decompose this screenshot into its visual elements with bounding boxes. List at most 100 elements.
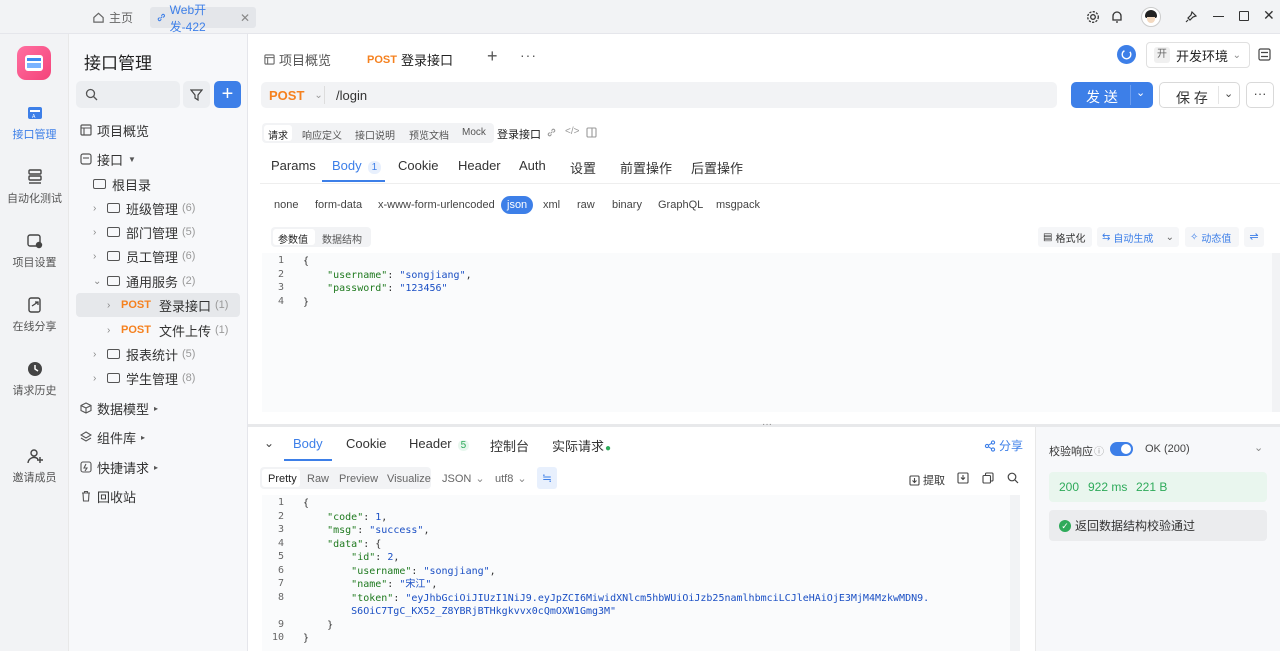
body-type-graphql[interactable]: GraphQL bbox=[658, 196, 703, 214]
view-pretty[interactable]: Pretty bbox=[268, 470, 297, 488]
sidebar-item-trash[interactable]: 回收站 bbox=[80, 485, 136, 507]
pin-icon[interactable] bbox=[1184, 10, 1198, 24]
add-button[interactable]: + bbox=[214, 81, 241, 108]
close-icon[interactable]: ✕ bbox=[240, 11, 250, 25]
rail-online-share[interactable]: 在线分享 bbox=[0, 296, 69, 334]
tab-auth[interactable]: Auth bbox=[519, 158, 546, 173]
resp-tab-actual[interactable]: 实际请求● bbox=[552, 436, 611, 455]
tab-cookie[interactable]: Cookie bbox=[398, 158, 438, 173]
sidebar-item-report[interactable]: › 报表统计 (5) bbox=[93, 343, 195, 365]
tab-post-ops[interactable]: 后置操作 bbox=[691, 158, 743, 177]
env-select[interactable]: 开 开发环境 ⌄ bbox=[1146, 42, 1250, 68]
resp-tab-console[interactable]: 控制台 bbox=[490, 436, 529, 455]
mode-tab-request[interactable]: 请求 bbox=[268, 127, 288, 142]
auto-generate-button[interactable]: ⇆ 自动生成 ⌄ bbox=[1097, 227, 1179, 247]
code-icon[interactable]: </> bbox=[565, 126, 579, 137]
minimize-icon[interactable] bbox=[1213, 16, 1224, 18]
body-type-binary[interactable]: binary bbox=[612, 196, 642, 214]
rail-project-settings[interactable]: 项目设置 bbox=[0, 232, 69, 270]
bell-icon[interactable] bbox=[1110, 10, 1124, 24]
tab-params[interactable]: Params bbox=[271, 158, 316, 173]
rail-request-history[interactable]: 请求历史 bbox=[0, 360, 69, 398]
body-type-form-data[interactable]: form-data bbox=[315, 196, 362, 214]
sidebar-item-login[interactable]: › POST 登录接口 (1) bbox=[107, 294, 228, 316]
tab-body[interactable]: Body 1 bbox=[332, 158, 382, 174]
wrap-lines-icon[interactable]: ≒ bbox=[537, 467, 557, 489]
link-icon[interactable] bbox=[546, 127, 557, 138]
chevron-down-icon[interactable]: ⌄ bbox=[1254, 441, 1263, 454]
resp-tab-body[interactable]: Body bbox=[293, 436, 323, 451]
settings-icon[interactable] bbox=[1086, 10, 1100, 24]
sidebar-item-student[interactable]: › 学生管理 (8) bbox=[93, 367, 195, 389]
resp-tab-cookie[interactable]: Cookie bbox=[346, 436, 386, 451]
search-input[interactable] bbox=[76, 81, 180, 108]
tab-overview[interactable]: 项目概览 bbox=[264, 50, 331, 69]
copy-icon[interactable] bbox=[982, 472, 994, 484]
scrollbar[interactable] bbox=[1010, 495, 1020, 651]
dynamic-value-button[interactable]: ✧ 动态值 bbox=[1185, 227, 1239, 247]
sidebar-item-api[interactable]: 接口 ▼ bbox=[80, 148, 136, 170]
panel-icon[interactable] bbox=[586, 127, 597, 138]
view-preview[interactable]: Preview bbox=[339, 470, 378, 488]
body-type-none[interactable]: none bbox=[274, 196, 298, 214]
sidebar-item-quick[interactable]: 快捷请求 ▸ bbox=[80, 456, 158, 478]
api-name[interactable]: 登录接口 bbox=[497, 126, 541, 142]
rail-invite-members[interactable]: 邀请成员 bbox=[0, 447, 69, 485]
sidebar-item-common[interactable]: ⌄ 通用服务 (2) bbox=[93, 270, 195, 292]
format-button[interactable]: ▤ 格式化 bbox=[1038, 227, 1092, 247]
editor-tab-values[interactable]: 参数值 bbox=[278, 231, 308, 246]
mode-tab-mock[interactable]: Mock bbox=[462, 127, 486, 138]
maximize-icon[interactable] bbox=[1239, 11, 1249, 21]
help-icon[interactable]: ⓘ bbox=[1094, 443, 1104, 458]
method-select[interactable]: POST ⌄ bbox=[269, 88, 323, 103]
more-tabs-button[interactable]: ··· bbox=[520, 47, 537, 63]
url-input[interactable]: /login bbox=[336, 88, 367, 103]
save-button[interactable]: 保 存 bbox=[1176, 88, 1208, 108]
body-type-urlencoded[interactable]: x-www-form-urlencoded bbox=[378, 196, 495, 214]
body-type-xml[interactable]: xml bbox=[543, 196, 560, 214]
sidebar-item-emp[interactable]: › 员工管理 (6) bbox=[93, 245, 195, 267]
scrollbar[interactable] bbox=[1272, 253, 1280, 412]
body-type-raw[interactable]: raw bbox=[577, 196, 595, 214]
tab-login[interactable]: POST 登录接口 bbox=[367, 50, 453, 69]
send-button[interactable]: 发 送 bbox=[1086, 87, 1118, 107]
response-body-viewer[interactable]: 1 2 3 4 5 6 7 8 9 10 { "code": 1, "msg":… bbox=[262, 495, 1010, 651]
filter-button[interactable] bbox=[183, 81, 210, 108]
sidebar-item-root[interactable]: 根目录 bbox=[93, 173, 151, 195]
close-window-icon[interactable]: ✕ bbox=[1263, 7, 1275, 24]
save-dropdown-icon[interactable]: ⌄ bbox=[1224, 87, 1233, 100]
more-actions-button[interactable]: ··· bbox=[1246, 82, 1274, 108]
editor-tab-schema[interactable]: 数据结构 bbox=[322, 231, 362, 246]
sidebar-item-class[interactable]: › 班级管理 (6) bbox=[93, 197, 195, 219]
wrap-icon[interactable]: ⇌ bbox=[1244, 227, 1264, 247]
share-button[interactable]: 分享 bbox=[984, 437, 1023, 454]
view-raw[interactable]: Raw bbox=[307, 470, 329, 488]
encoding-select[interactable]: utf8 ⌄ bbox=[495, 470, 527, 488]
rail-automation[interactable]: 自动化测试 bbox=[0, 168, 69, 206]
tab-header[interactable]: Header bbox=[458, 158, 501, 173]
validation-select[interactable]: OK (200) bbox=[1145, 443, 1190, 455]
sidebar-item-components[interactable]: 组件库 ▸ bbox=[80, 426, 145, 448]
body-type-msgpack[interactable]: msgpack bbox=[716, 196, 760, 214]
add-tab-button[interactable]: + bbox=[487, 46, 498, 67]
rail-api-management[interactable]: A 接口管理 bbox=[0, 104, 69, 142]
collapse-icon[interactable]: ⌄ bbox=[264, 436, 274, 450]
body-type-json[interactable]: json bbox=[501, 196, 534, 214]
sidebar-item-dept[interactable]: › 部门管理 (5) bbox=[93, 221, 195, 243]
extract-button[interactable]: 提取 bbox=[909, 472, 945, 488]
search-icon[interactable] bbox=[1007, 472, 1019, 484]
tab-pre-ops[interactable]: 前置操作 bbox=[620, 158, 672, 177]
sidebar-item-models[interactable]: 数据模型 ▸ bbox=[80, 397, 158, 419]
tab-settings[interactable]: 设置 bbox=[570, 158, 596, 177]
mode-tab-doc[interactable]: 接口说明 bbox=[355, 127, 395, 142]
view-visualize[interactable]: Visualize bbox=[387, 470, 431, 488]
mode-tab-response[interactable]: 响应定义 bbox=[302, 127, 342, 142]
validation-toggle[interactable] bbox=[1110, 442, 1133, 456]
sidebar-item-upload[interactable]: › POST 文件上传 (1) bbox=[107, 319, 228, 341]
env-sync-icon[interactable] bbox=[1117, 45, 1136, 64]
download-icon[interactable] bbox=[957, 472, 969, 484]
home-tab[interactable]: 主页 bbox=[86, 7, 139, 28]
resp-tab-header[interactable]: Header 5 bbox=[409, 436, 470, 451]
format-select[interactable]: JSON ⌄ bbox=[442, 470, 485, 488]
sidebar-item-overview[interactable]: 项目概览 bbox=[80, 119, 149, 141]
